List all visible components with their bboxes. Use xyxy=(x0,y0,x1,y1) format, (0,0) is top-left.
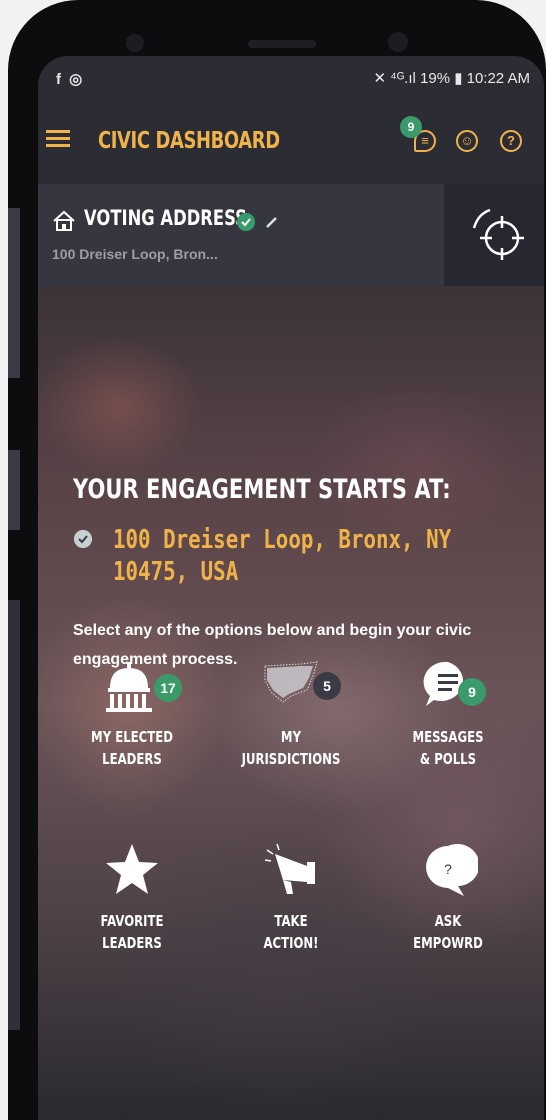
edit-pencil-icon[interactable] xyxy=(264,214,280,230)
tile-my-elected-leaders[interactable]: 17 MY ELECTED LEADERS xyxy=(57,656,207,786)
front-camera xyxy=(388,32,408,52)
star-icon xyxy=(106,844,158,894)
earpiece-speaker xyxy=(248,40,316,48)
hamburger-menu-icon[interactable] xyxy=(46,130,70,148)
jurisdictions-count-badge: 5 xyxy=(313,672,341,700)
voting-address-bar[interactable]: VOTING ADDRESS 100 Dreiser Loop, Bron... xyxy=(38,184,544,286)
question-bubble-icon: ? xyxy=(426,844,478,896)
svg-text:?: ? xyxy=(444,861,452,877)
megaphone-icon xyxy=(264,843,315,894)
elected-leaders-count-badge: 17 xyxy=(154,674,182,702)
home-icon xyxy=(53,210,75,231)
verified-check-icon xyxy=(237,213,255,231)
capitol-icon xyxy=(106,662,152,712)
app-bar: CIVIC DASHBOARD ≡ 9 ☺ ? xyxy=(38,100,544,184)
tile-label: FAVORITE LEADERS xyxy=(100,912,164,952)
engagement-address: 100 Dreiser Loop, Bronx, NY 10475, USA xyxy=(113,525,452,587)
engagement-hero: YOUR ENGAGEMENT STARTS AT: 100 Dreiser L… xyxy=(38,286,544,1120)
address-check-icon xyxy=(74,530,92,548)
tile-label: TAKE ACTION! xyxy=(263,912,319,952)
tile-take-action[interactable]: TAKE ACTION! xyxy=(216,840,366,970)
messages-count-badge: 9 xyxy=(400,116,422,138)
tile-label: MY JURISDICTIONS xyxy=(241,728,341,768)
status-right-info: ✕ ⁴ᴳ.ıl 19% ▮ 10:22 AM xyxy=(373,70,530,87)
phone-frame: f ◎ ✕ ⁴ᴳ.ıl 19% ▮ 10:22 AM CIVIC DASHBOA… xyxy=(8,0,546,1120)
messages-polls-count-badge: 9 xyxy=(458,678,486,706)
engagement-title: YOUR ENGAGEMENT STARTS AT: xyxy=(73,474,451,505)
app-screen: f ◎ ✕ ⁴ᴳ.ıl 19% ▮ 10:22 AM CIVIC DASHBOA… xyxy=(38,56,544,1120)
locate-me-button[interactable] xyxy=(444,184,544,286)
profile-icon[interactable]: ☺ xyxy=(456,130,478,152)
status-left-icons: f ◎ xyxy=(56,71,85,88)
tile-my-jurisdictions[interactable]: 5 MY JURISDICTIONS xyxy=(216,656,366,786)
voting-address-value: 100 Dreiser Loop, Bron... xyxy=(52,246,218,262)
crosshair-icon xyxy=(472,208,524,260)
app-title: CIVIC DASHBOARD xyxy=(98,128,280,154)
volume-button xyxy=(8,208,20,378)
tile-messages-polls[interactable]: 9 MESSAGES & POLLS xyxy=(373,656,523,786)
tile-label: ASK EMPOWRD xyxy=(413,912,483,952)
tile-favorite-leaders[interactable]: FAVORITE LEADERS xyxy=(57,840,207,970)
us-map-icon xyxy=(264,661,318,703)
side-edge xyxy=(8,600,20,1030)
voting-address-label: VOTING ADDRESS xyxy=(84,206,247,230)
tile-label: MY ELECTED LEADERS xyxy=(91,728,173,768)
sensor-dot xyxy=(126,34,144,52)
help-icon[interactable]: ? xyxy=(500,130,522,152)
bixby-button xyxy=(8,450,20,530)
status-bar: f ◎ ✕ ⁴ᴳ.ıl 19% ▮ 10:22 AM xyxy=(38,56,544,100)
tile-label: MESSAGES & POLLS xyxy=(412,728,484,768)
tile-ask-empowrd[interactable]: ? ASK EMPOWRD xyxy=(373,840,523,970)
